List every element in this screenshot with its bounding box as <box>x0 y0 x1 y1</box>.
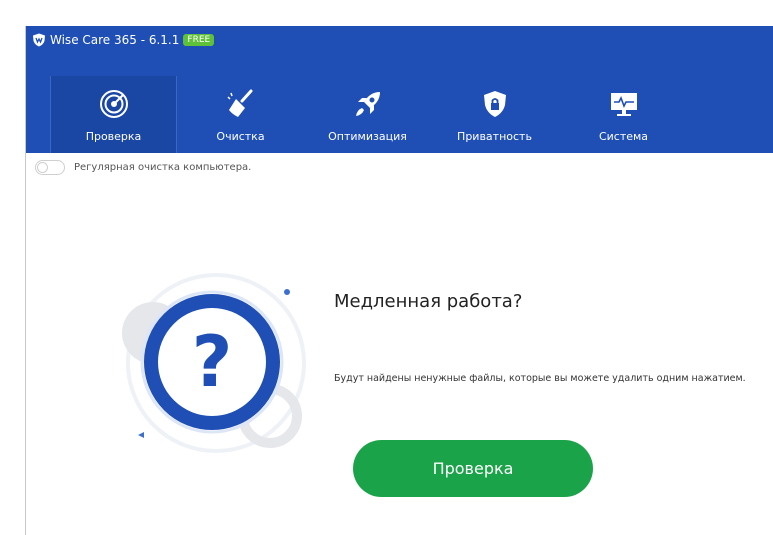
tab-system[interactable]: Система <box>558 76 689 153</box>
free-badge: FREE <box>183 34 215 46</box>
app-window: Wise Care 365 - 6.1.1 FREE Проверка Очис… <box>25 26 773 535</box>
tab-label: Оптимизация <box>328 130 407 143</box>
rocket-icon <box>355 92 380 116</box>
tab-label: Проверка <box>85 130 142 143</box>
tab-label: Очистка <box>216 130 265 143</box>
title-bar: Wise Care 365 - 6.1.1 FREE <box>32 32 215 48</box>
broom-icon <box>226 89 252 117</box>
toggle-knob <box>37 162 48 173</box>
monitor-icon <box>610 93 637 116</box>
tab-label: Система <box>598 130 649 143</box>
schedule-label: Регулярная очистка компьютера. <box>74 162 252 173</box>
tab-label: Приватность <box>457 130 532 143</box>
tab-check[interactable]: Проверка <box>50 76 177 153</box>
scan-button[interactable]: Проверка <box>353 440 593 497</box>
app-title: Wise Care 365 - 6.1.1 <box>50 33 180 47</box>
privacy-shield-icon <box>483 91 506 117</box>
schedule-toggle[interactable] <box>35 160 65 175</box>
radar-icon <box>99 90 128 118</box>
tab-optimization[interactable]: Оптимизация <box>304 76 431 153</box>
shield-logo-icon <box>33 33 45 47</box>
tab-cleanup[interactable]: Очистка <box>177 76 304 153</box>
svg-text:?: ? <box>192 321 233 403</box>
main-nav: Проверка Очистка Оптимизация Приватность… <box>50 76 689 153</box>
tab-privacy[interactable]: Приватность <box>431 76 558 153</box>
header: Wise Care 365 - 6.1.1 FREE Проверка Очис… <box>26 26 773 153</box>
page-description: Будут найдены ненужные файлы, которые вы… <box>334 373 746 384</box>
question-mark-icon: ? <box>122 273 306 453</box>
schedule-row: Регулярная очистка компьютера. <box>35 160 251 175</box>
page-heading: Медленная работа? <box>334 291 523 312</box>
